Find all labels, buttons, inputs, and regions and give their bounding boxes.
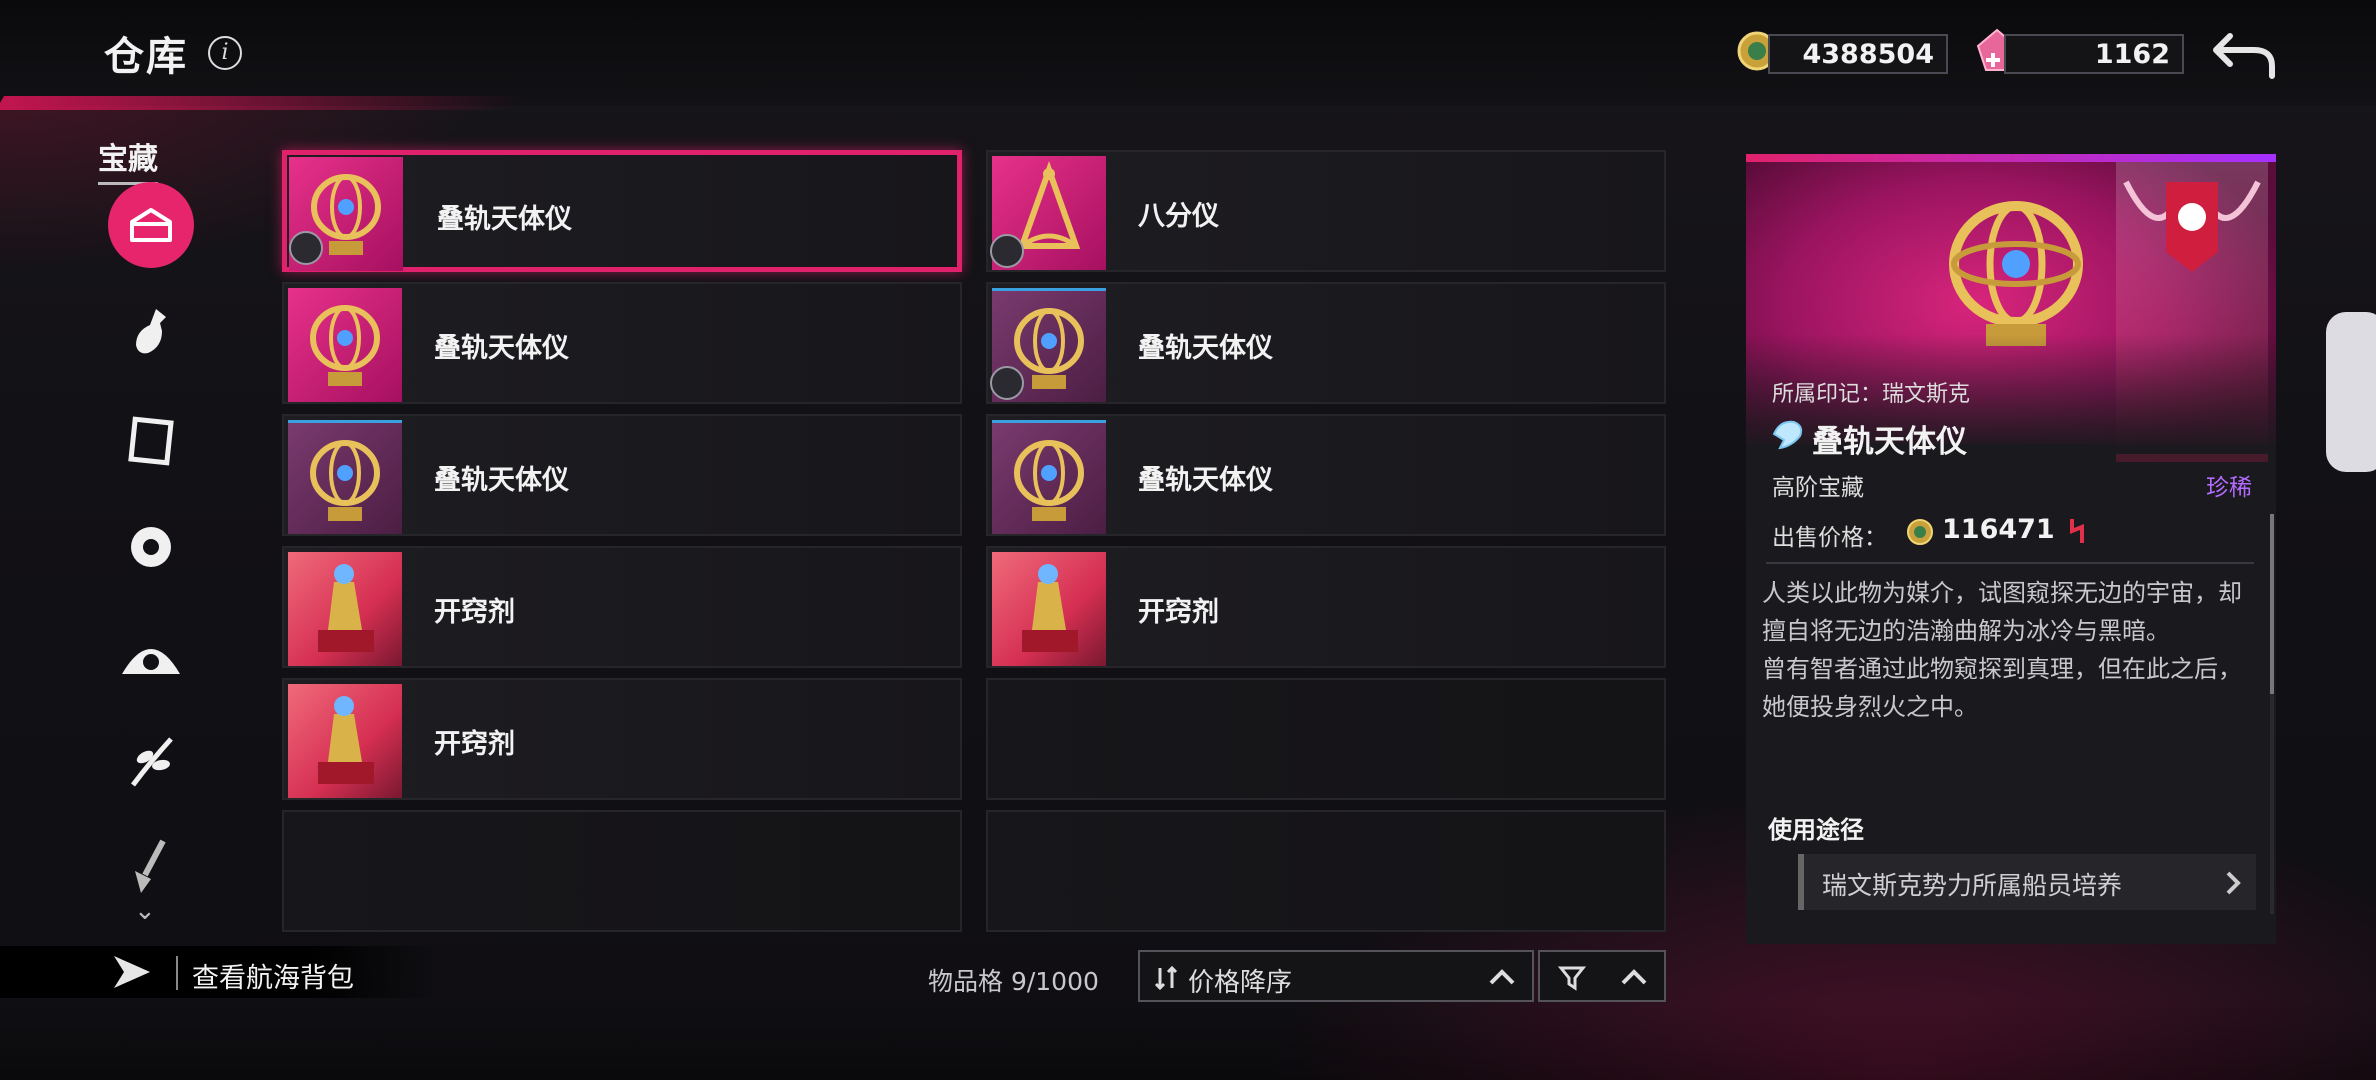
divider: [176, 956, 178, 990]
chevron-up-icon: [1621, 969, 1647, 985]
item-cell[interactable]: 开窍剂: [282, 546, 962, 668]
shovel-icon: [135, 839, 166, 893]
chevron-up-icon: [1489, 969, 1515, 985]
elixir-statue-icon: [318, 696, 374, 784]
ship-wheel-icon: [122, 649, 180, 674]
detail-item-name: 叠轨天体仪: [1812, 424, 1967, 460]
price-label: 出售价格：: [1772, 525, 1887, 551]
item-name: 叠轨天体仪: [434, 333, 569, 364]
empty-cell: [282, 810, 962, 932]
usage-item-label: 瑞文斯克势力所属船员培养: [1822, 871, 2123, 900]
description-paragraph: 人类以此物为媒介，试图窥探无边的宇宙，却擅自将无边的浩瀚曲解为冰冷与黑暗。: [1762, 579, 2242, 645]
description-paragraph: 曾有智者通过此物窥探到真理，但在此之后，她便投身烈火之中。: [1762, 655, 2242, 721]
page-title: 仓库: [104, 34, 188, 80]
filter-dropdown[interactable]: [1538, 950, 1666, 1002]
chevron-right-icon: [2226, 871, 2241, 895]
item-cell[interactable]: 叠轨天体仪: [282, 414, 962, 536]
item-cell[interactable]: 叠轨天体仪: [986, 414, 1666, 536]
gold-coin-icon: [1907, 519, 1933, 545]
item-type: 高阶宝藏: [1772, 475, 1864, 501]
empty-cell: [986, 810, 1666, 932]
sidebar-title: 宝藏: [98, 134, 158, 185]
sidebar-item-potion[interactable]: [108, 290, 194, 376]
item-cell[interactable]: 叠轨天体仪: [282, 282, 962, 404]
sort-dropdown[interactable]: 价格降序: [1138, 950, 1534, 1002]
armillary-sphere-icon: [310, 305, 380, 386]
send-arrow-icon: [114, 956, 150, 988]
armillary-sphere-icon: [310, 440, 380, 521]
empty-cell: [986, 678, 1666, 800]
item-description: 人类以此物为媒介，试图窥探无边的宇宙，却擅自将无边的浩瀚曲解为冰冷与黑暗。 曾有…: [1762, 574, 2252, 726]
sea-bag-label[interactable]: 查看航海背包: [192, 956, 354, 995]
faction-badge-icon: [990, 234, 1024, 268]
side-drawer-handle[interactable]: [2326, 312, 2376, 472]
elixir-statue-icon: [1022, 564, 1078, 652]
usage-title: 使用途径: [1768, 816, 1864, 844]
item-thumbnail: [288, 684, 402, 798]
item-rarity: 珍稀: [2206, 475, 2252, 501]
herb-plant-icon: [131, 737, 173, 787]
scrollbar-thumb[interactable]: [2270, 514, 2274, 694]
gold-currency-display: 4388504: [1768, 34, 1948, 74]
sidebar-item-wheel[interactable]: [108, 612, 194, 698]
gem-currency-display[interactable]: 1162: [2004, 34, 2184, 74]
item-thumbnail: [288, 288, 402, 402]
faction-badge-icon: [289, 231, 323, 265]
item-thumbnail: [992, 552, 1106, 666]
gem-amount: 1162: [2094, 38, 2170, 70]
item-name: 开窍剂: [434, 597, 515, 628]
elixir-statue-icon: [318, 564, 374, 652]
item-cell[interactable]: 开窍剂: [282, 678, 962, 800]
item-name: 八分仪: [1138, 201, 1219, 232]
sidebar-item-treasure[interactable]: [108, 182, 194, 268]
gold-amount: 4388504: [1802, 38, 1934, 70]
sidebar-item-gear[interactable]: [108, 504, 194, 590]
header-stripe: [0, 96, 525, 110]
item-cell[interactable]: 开窍剂: [986, 546, 1666, 668]
item-name: 叠轨天体仪: [1138, 465, 1273, 496]
item-cell[interactable]: 八分仪: [986, 150, 1666, 272]
sell-price: 116471: [1942, 514, 2088, 545]
chevron-down-icon[interactable]: ⌄: [134, 896, 156, 926]
treasure-chest-icon: [130, 208, 172, 242]
usage-item[interactable]: 瑞文斯克势力所属船员培养: [1798, 854, 2256, 910]
item-detail-panel: 所属印记：瑞文斯克 叠轨天体仪 高阶宝藏 珍稀 出售价格： 116471 人类以…: [1746, 154, 2276, 944]
divider: [1766, 562, 2254, 564]
sidebar-item-scroll[interactable]: [108, 398, 194, 484]
faction-badge-icon: [990, 366, 1024, 400]
faction-emblem-icon: [2123, 180, 2261, 272]
price-trend-icon: [2070, 518, 2085, 543]
item-name: 叠轨天体仪: [1138, 333, 1273, 364]
item-thumbnail: [288, 420, 402, 534]
sort-icon: [1154, 965, 1178, 991]
potion-bottle-icon: [136, 309, 166, 354]
item-thumbnail: [288, 552, 402, 666]
sell-price-value: 116471: [1942, 514, 2055, 545]
item-thumbnail: [992, 420, 1106, 534]
back-arrow-icon[interactable]: [2210, 26, 2280, 82]
item-cell[interactable]: 叠轨天体仪: [986, 282, 1666, 404]
info-icon[interactable]: i: [208, 36, 242, 70]
item-name: 叠轨天体仪: [437, 204, 572, 235]
scroll-frame-icon: [128, 416, 174, 466]
filter-icon: [1558, 966, 1586, 991]
item-name: 开窍剂: [434, 729, 515, 760]
sidebar-item-herb[interactable]: [108, 718, 194, 804]
armillary-sphere-icon: [1014, 440, 1084, 521]
item-cell[interactable]: 叠轨天体仪: [282, 150, 962, 272]
item-name: 开窍剂: [1138, 597, 1219, 628]
rarity-gem-icon: [1772, 420, 1803, 450]
slot-count: 物品格 9/1000: [928, 967, 1099, 996]
faction-mark-label: 所属印记：瑞文斯克: [1772, 382, 1971, 407]
item-name: 叠轨天体仪: [434, 465, 569, 496]
gear-cog-icon: [131, 527, 171, 567]
sort-label: 价格降序: [1188, 968, 1293, 998]
